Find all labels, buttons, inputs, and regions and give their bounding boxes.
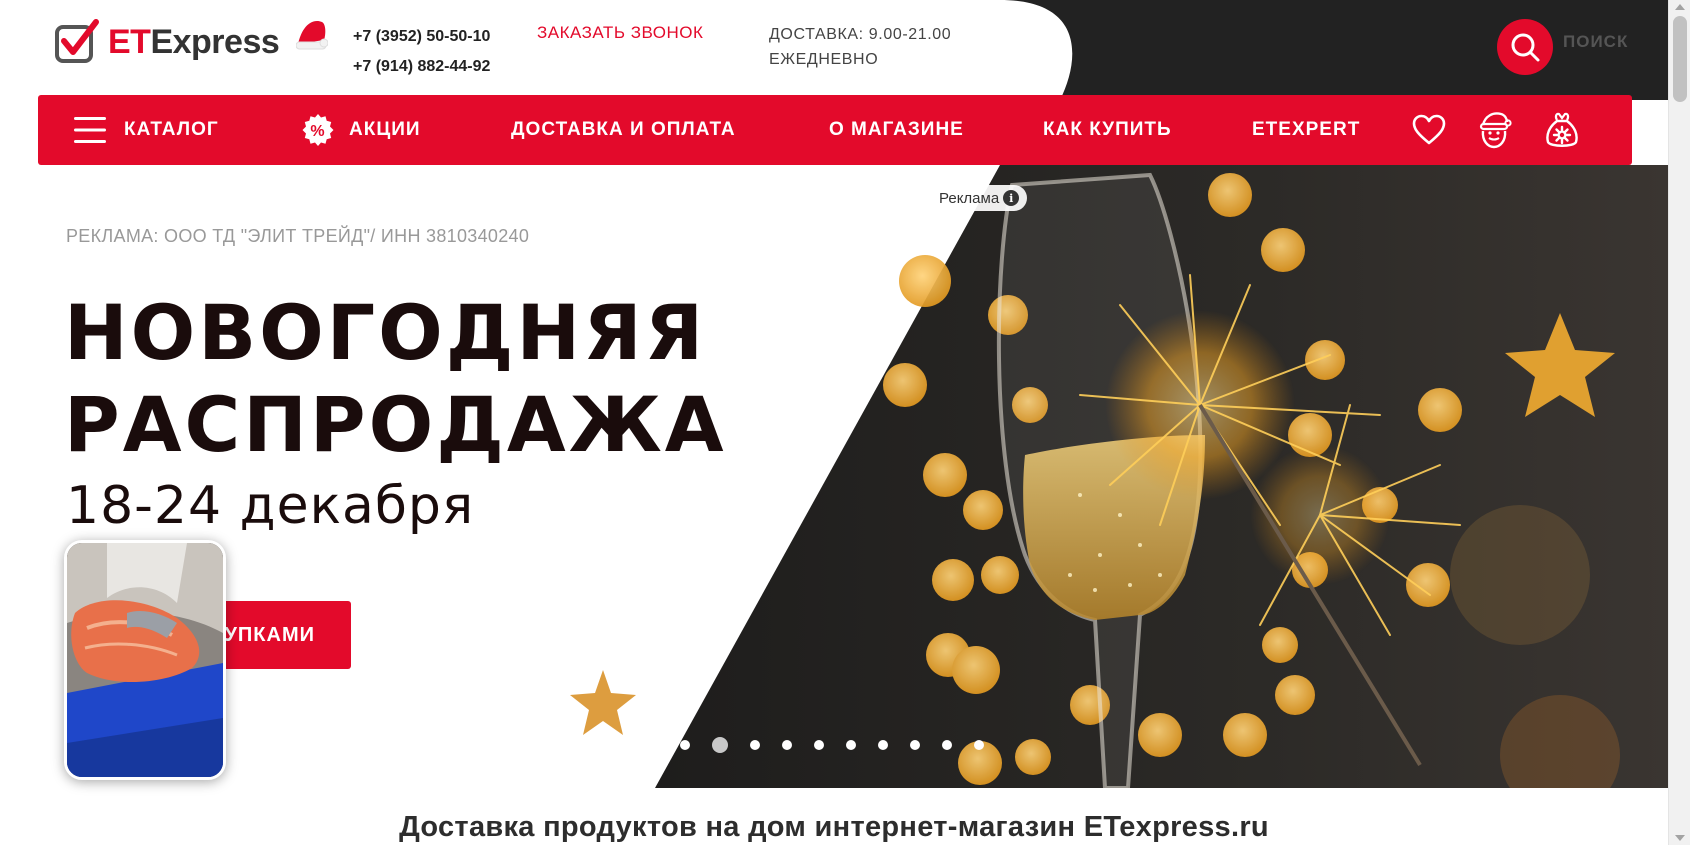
checkbox-logo-icon: [55, 19, 99, 63]
gift-bag-icon: [1546, 112, 1578, 147]
slider-dot[interactable]: [974, 740, 984, 750]
nav-etexpert-label: ETEXPERT: [1252, 119, 1361, 140]
hero-title-line1: НОВОГОДНЯЯ: [64, 288, 707, 377]
slider-dot[interactable]: [782, 740, 792, 750]
nav-etexpert[interactable]: ETEXPERT: [1252, 95, 1360, 165]
percent-icon: %: [301, 113, 335, 147]
order-callback-link[interactable]: ЗАКАЗАТЬ ЗВОНОК: [537, 23, 703, 43]
main-nav: КАТАЛОГ % АКЦИИ ДОСТАВКА И ОПЛАТА О МАГА…: [38, 95, 1632, 165]
slider-dot[interactable]: [814, 740, 824, 750]
ad-label-badge[interactable]: Реклама i: [933, 185, 1028, 211]
phone-number-2[interactable]: +7 (914) 882-44-92: [353, 52, 490, 82]
delivery-hours-line1: ДОСТАВКА: 9.00-21.00: [769, 26, 952, 43]
ad-disclaimer: РЕКЛАМА: ООО ТД "ЭЛИТ ТРЕЙД"/ ИНН 381034…: [66, 226, 530, 246]
hero-banner[interactable]: РЕКЛАМА: ООО ТД "ЭЛИТ ТРЕЙД"/ ИНН 381034…: [0, 165, 1668, 788]
slider-dot[interactable]: [910, 740, 920, 750]
phone-number-1[interactable]: +7 (3952) 50-50-10: [353, 22, 490, 52]
search-label[interactable]: ПОИСК: [1563, 32, 1628, 52]
svg-text:%: %: [310, 123, 325, 140]
slider-dot[interactable]: [878, 740, 888, 750]
nav-catalog-label: КАТАЛОГ: [124, 119, 219, 140]
cart-button[interactable]: [1544, 95, 1580, 165]
slider-dot[interactable]: [942, 740, 952, 750]
page-scrollbar[interactable]: [1668, 0, 1690, 845]
slider-dot[interactable]: [680, 740, 690, 750]
nav-catalog[interactable]: КАТАЛОГ: [74, 95, 219, 165]
favorites-button[interactable]: [1412, 95, 1446, 165]
ad-label-text: Реклама: [939, 189, 1000, 207]
delivery-hours: ДОСТАВКА: 9.00-21.00 ЕЖЕДНЕВНО: [769, 22, 951, 72]
search-icon: [1511, 33, 1540, 62]
nav-promotions-label: АКЦИИ: [349, 119, 421, 140]
santa-user-icon: [1479, 112, 1512, 149]
hero-dates: 18-24 декабря: [66, 476, 475, 536]
hero-title: НОВОГОДНЯЯ РАСПРОДАЖА: [64, 287, 727, 471]
slider-dots: [680, 737, 1006, 753]
scroll-down-arrow-icon[interactable]: [1675, 835, 1685, 841]
salmon-video-thumbnail: [67, 543, 223, 777]
heart-icon: [1412, 114, 1446, 145]
slider-dot-active[interactable]: [712, 737, 728, 753]
search-button[interactable]: [1497, 19, 1553, 75]
santa-hat-icon: [296, 20, 328, 50]
nav-about-store-label: О МАГАЗИНЕ: [829, 119, 964, 140]
info-icon: i: [1003, 190, 1020, 206]
slider-dot[interactable]: [846, 740, 856, 750]
account-button[interactable]: [1477, 95, 1513, 165]
nav-delivery-payment[interactable]: ДОСТАВКА И ОПЛАТА: [511, 95, 736, 165]
hamburger-icon: [74, 116, 106, 144]
nav-promotions[interactable]: % АКЦИИ: [301, 95, 421, 165]
page-title: Доставка продуктов на дом интернет-магаз…: [399, 811, 1269, 843]
nav-how-to-buy[interactable]: КАК КУПИТЬ: [1043, 95, 1172, 165]
phone-numbers: +7 (3952) 50-50-10 +7 (914) 882-44-92: [353, 22, 490, 82]
video-story-widget[interactable]: [64, 540, 226, 780]
delivery-hours-line2: ЕЖЕДНЕВНО: [769, 51, 879, 68]
scrollbar-thumb[interactable]: [1673, 16, 1687, 102]
site-logo[interactable]: ETExpress: [54, 14, 328, 70]
site-header: ETExpress +7 (3952) 50-50-10 +7 (914) 88…: [0, 0, 1668, 100]
nav-about-store[interactable]: О МАГАЗИНЕ: [829, 95, 964, 165]
scroll-up-arrow-icon[interactable]: [1675, 4, 1685, 10]
nav-how-to-buy-label: КАК КУПИТЬ: [1043, 119, 1172, 140]
nav-delivery-payment-label: ДОСТАВКА И ОПЛАТА: [511, 119, 736, 140]
hero-title-line2: РАСПРОДАЖА: [64, 380, 727, 469]
slider-dot[interactable]: [750, 740, 760, 750]
logo-wordmark: ETExpress: [108, 22, 280, 61]
